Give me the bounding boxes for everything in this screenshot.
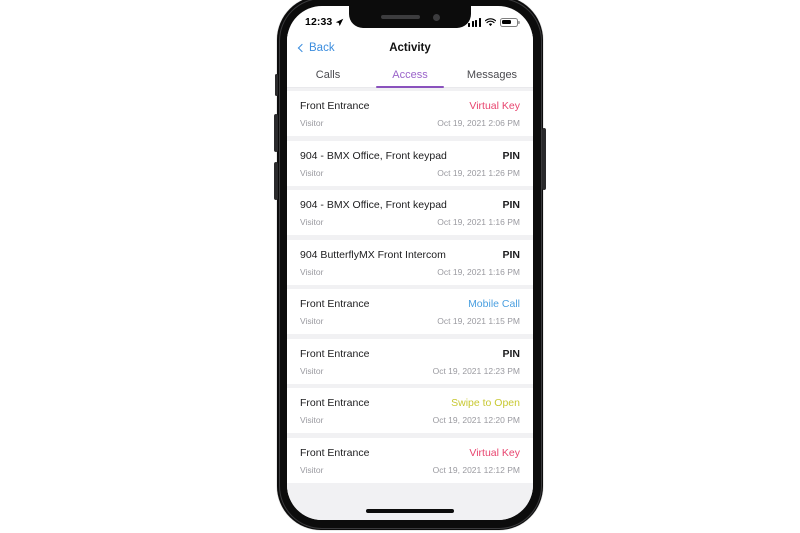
activity-door-name: 904 - BMX Office, Front keypad bbox=[300, 149, 447, 162]
volume-up-button[interactable] bbox=[274, 114, 278, 152]
activity-user-label: Visitor bbox=[300, 217, 324, 227]
phone-device-frame: 12:33 Back Activity Calls Access Message… bbox=[274, 0, 546, 530]
back-button[interactable]: Back bbox=[297, 42, 335, 54]
activity-row[interactable]: Front Entrance Virtual Key Visitor Oct 19, … bbox=[287, 437, 533, 483]
activity-user-label: Visitor bbox=[300, 118, 324, 128]
activity-timestamp: Oct 19, 2021 1:26 PM bbox=[437, 167, 520, 178]
activity-timestamp: Oct 19, 2021 12:23 PM bbox=[432, 365, 520, 376]
activity-row[interactable]: Front Entrance PIN Visitor Oct 19, 2021 12:… bbox=[287, 338, 533, 384]
activity-row-header: 904 - BMX Office, Front keypad PIN bbox=[300, 199, 520, 211]
activity-row-meta: Visitor Oct 19, 2021 1:26 PM bbox=[300, 168, 520, 178]
activity-timestamp: Oct 19, 2021 1:15 PM bbox=[437, 316, 520, 326]
activity-door-name: 904 ButterflyMX Front Intercom bbox=[300, 248, 446, 261]
activity-row-header: 904 - BMX Office, Front keypad PIN bbox=[300, 150, 520, 162]
tab-access[interactable]: Access bbox=[369, 62, 451, 88]
activity-row-meta: Visitor Oct 19, 2021 12:12 PM bbox=[300, 465, 520, 475]
activity-access-method: PIN bbox=[502, 248, 520, 261]
activity-row-header: Front Entrance Virtual Key bbox=[300, 447, 520, 459]
chevron-left-icon bbox=[297, 43, 307, 53]
screenshot-canvas: 12:33 Back Activity Calls Access Message… bbox=[0, 0, 800, 533]
activity-access-method: PIN bbox=[502, 199, 520, 211]
phone-screen: 12:33 Back Activity Calls Access Message… bbox=[287, 6, 533, 520]
activity-door-name: Front Entrance bbox=[300, 446, 370, 459]
activity-row-meta: Visitor Oct 19, 2021 12:20 PM bbox=[300, 415, 520, 425]
activity-user-label: Visitor bbox=[300, 316, 324, 326]
activity-row-header: Front Entrance Swipe to Open bbox=[300, 397, 520, 409]
power-button[interactable] bbox=[542, 128, 546, 190]
activity-list[interactable]: Front Entrance Virtual Key Visitor Oct 19, … bbox=[287, 88, 533, 520]
activity-row-meta: Visitor Oct 19, 2021 2:06 PM bbox=[300, 118, 520, 128]
silent-switch-button[interactable] bbox=[274, 74, 278, 96]
activity-timestamp: Oct 19, 2021 1:16 PM bbox=[437, 217, 520, 227]
activity-access-method: Virtual Key bbox=[469, 100, 520, 112]
activity-access-method: Mobile Call bbox=[468, 298, 520, 310]
activity-user-label: Visitor bbox=[300, 365, 324, 376]
front-camera-icon bbox=[432, 13, 440, 21]
tab-bar: Calls Access Messages bbox=[287, 62, 533, 88]
activity-row-header: Front Entrance Virtual Key bbox=[300, 100, 520, 112]
activity-row[interactable]: Front Entrance Virtual Key Visitor Oct 19, … bbox=[287, 91, 533, 136]
activity-access-method: Swipe to Open bbox=[451, 397, 520, 409]
battery-icon bbox=[500, 17, 520, 27]
activity-row[interactable]: 904 - BMX Office, Front keypad PIN Visitor… bbox=[287, 190, 533, 235]
location-arrow-icon bbox=[336, 18, 344, 26]
wifi-icon bbox=[485, 17, 496, 26]
activity-row[interactable]: Front Entrance Swipe to Open Visitor Oct 19… bbox=[287, 388, 533, 433]
activity-timestamp: Oct 19, 2021 2:06 PM bbox=[437, 118, 520, 128]
activity-user-label: Visitor bbox=[300, 415, 324, 425]
activity-row[interactable]: Front Entrance Mobile Call Visitor Oct 19, … bbox=[287, 289, 533, 334]
status-bar-right bbox=[467, 17, 520, 27]
activity-user-label: Visitor bbox=[300, 464, 324, 475]
back-button-label: Back bbox=[309, 42, 335, 54]
activity-user-label: Visitor bbox=[300, 167, 324, 178]
device-notch bbox=[349, 6, 471, 28]
activity-row-header: Front Entrance PIN bbox=[300, 348, 520, 360]
activity-timestamp: Oct 19, 2021 12:20 PM bbox=[432, 415, 520, 425]
activity-row[interactable]: 904 - BMX Office, Front keypad PIN Visitor… bbox=[287, 140, 533, 186]
activity-door-name: 904 - BMX Office, Front keypad bbox=[300, 199, 447, 211]
status-bar-left: 12:33 bbox=[305, 16, 344, 28]
activity-row-meta: Visitor Oct 19, 2021 1:16 PM bbox=[300, 267, 520, 277]
activity-access-method: Virtual Key bbox=[469, 446, 520, 459]
battery-fill-level bbox=[502, 19, 511, 25]
activity-user-label: Visitor bbox=[300, 266, 324, 277]
activity-timestamp: Oct 19, 2021 12:12 PM bbox=[432, 464, 520, 475]
tab-messages[interactable]: Messages bbox=[451, 62, 533, 87]
navigation-bar: Back Activity bbox=[287, 34, 533, 62]
activity-access-method: PIN bbox=[502, 149, 520, 162]
status-bar-time: 12:33 bbox=[305, 16, 333, 28]
activity-row-header: 904 ButterflyMX Front Intercom PIN bbox=[300, 249, 520, 261]
activity-door-name: Front Entrance bbox=[300, 397, 370, 409]
activity-door-name: Front Entrance bbox=[300, 347, 370, 360]
activity-row[interactable]: 904 ButterflyMX Front Intercom PIN Visitor… bbox=[287, 239, 533, 285]
tab-calls[interactable]: Calls bbox=[287, 62, 369, 87]
home-indicator[interactable] bbox=[366, 509, 454, 513]
earpiece-speaker-icon bbox=[380, 15, 420, 19]
activity-access-method: PIN bbox=[502, 347, 520, 360]
activity-row-meta: Visitor Oct 19, 2021 12:23 PM bbox=[300, 366, 520, 376]
volume-down-button[interactable] bbox=[274, 162, 278, 200]
activity-timestamp: Oct 19, 2021 1:16 PM bbox=[437, 266, 520, 277]
activity-door-name: Front Entrance bbox=[300, 298, 370, 310]
activity-row-meta: Visitor Oct 19, 2021 1:16 PM bbox=[300, 217, 520, 227]
activity-row-header: Front Entrance Mobile Call bbox=[300, 298, 520, 310]
activity-door-name: Front Entrance bbox=[300, 100, 370, 112]
activity-row-meta: Visitor Oct 19, 2021 1:15 PM bbox=[300, 316, 520, 326]
